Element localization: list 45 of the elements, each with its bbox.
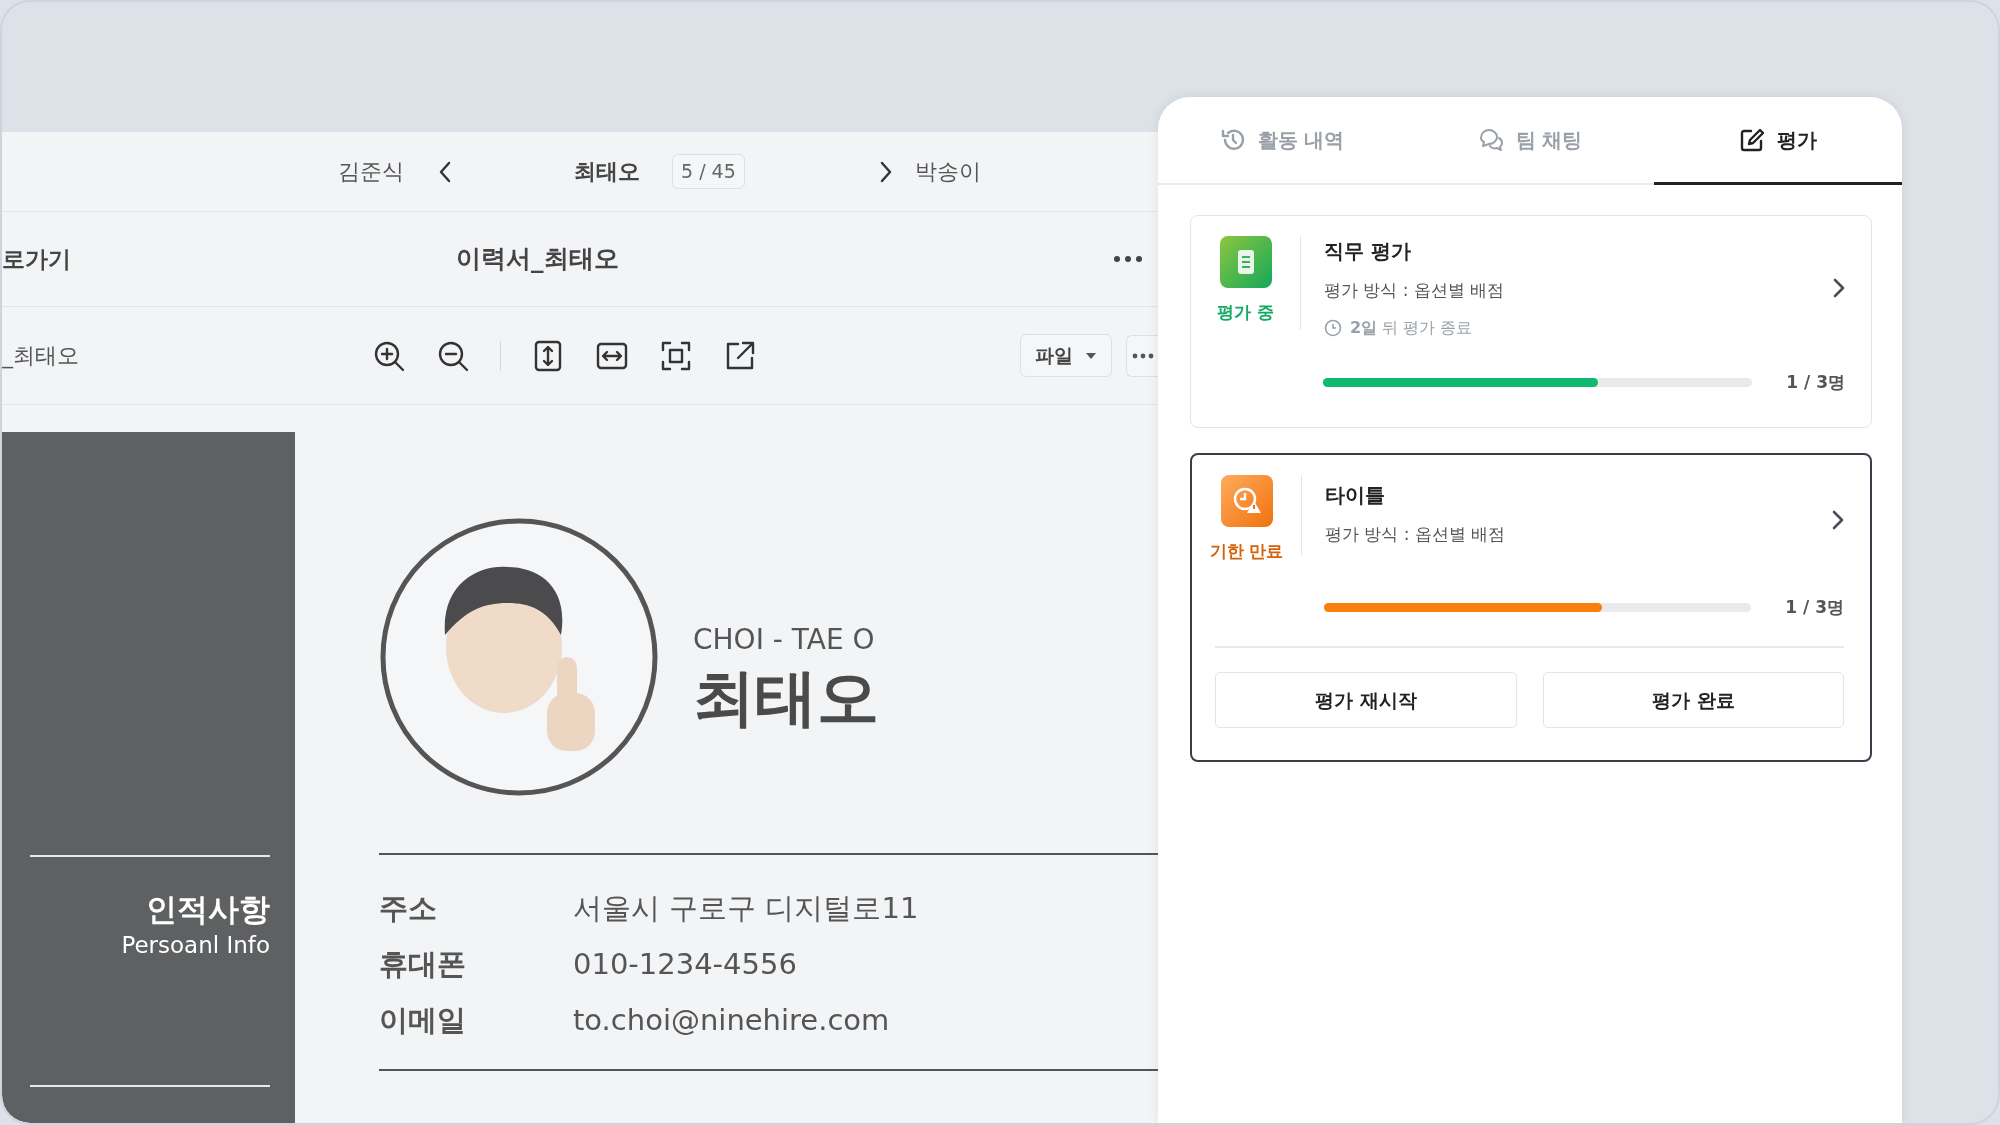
section-title: 인적사항 — [145, 890, 270, 929]
current-candidate-name: 최태오 — [574, 158, 640, 186]
field-value: 서울시 구로구 디지털로11 — [573, 890, 919, 928]
candidate-name: 최태오 — [693, 660, 879, 736]
panel-tab[interactable]: 평가 — [1654, 97, 1902, 185]
chevron-right-icon[interactable] — [1833, 277, 1845, 298]
file-dropdown[interactable]: 파일 — [1020, 334, 1112, 377]
chevron-left-icon[interactable] — [438, 160, 452, 183]
evaluator-count: 1 / 3명 — [1786, 370, 1845, 394]
more-button[interactable] — [1126, 334, 1158, 377]
previous-candidate-link[interactable]: 김준식 — [338, 155, 404, 188]
action-button[interactable]: 평가 재시작 — [1215, 672, 1517, 728]
section-subtitle: Persoanl Info — [120, 931, 270, 961]
back-link[interactable]: 로가기 — [2, 241, 71, 277]
evaluation-card[interactable]: 평가 중 직무 평가 평가 방식 : 옵션별 배점 2일 뒤 평가 종료 1 / 3명 — [1190, 215, 1872, 428]
action-button[interactable]: 평가 완료 — [1542, 672, 1844, 728]
more-icon — [1131, 352, 1154, 359]
file-name: _최태오 — [2, 342, 80, 371]
evaluation-card[interactable]: 기한 만료 타이틀 평가 방식 : 옵션별 배점 1 / 3명 평가 재시작 평가 완료 — [1190, 453, 1872, 762]
clock-icon — [1324, 318, 1342, 337]
edit-icon — [1739, 126, 1765, 153]
caret-down-icon — [1085, 351, 1097, 360]
evaluator-count: 1 / 3명 — [1785, 595, 1844, 619]
clipboard-icon — [1219, 236, 1272, 288]
chevron-right-icon[interactable] — [1832, 509, 1844, 530]
chevron-right-icon[interactable] — [878, 160, 893, 183]
chat-bubbles-icon — [1477, 126, 1504, 153]
english-name: CHOI - TAE O — [693, 621, 876, 658]
evaluation-title: 직무 평가 — [1324, 238, 1412, 265]
position-counter: 5 / 45 — [672, 154, 745, 189]
field-label: 이메일 — [379, 1002, 467, 1040]
next-candidate-link[interactable]: 박송이 — [914, 155, 981, 188]
field-value: 010-1234-4556 — [573, 946, 797, 984]
clock-warning-icon — [1220, 475, 1273, 527]
field-label: 휴대폰 — [379, 946, 467, 984]
status-label: 기한 만료 — [1209, 540, 1284, 563]
more-icon[interactable] — [1112, 254, 1144, 264]
field-label: 주소 — [379, 890, 438, 928]
evaluation-method: 평가 방식 : 옵션별 배점 — [1324, 279, 1506, 302]
deadline-text: 2일 뒤 평가 종료 — [1350, 316, 1473, 339]
evaluation-title: 타이틀 — [1325, 482, 1386, 509]
evaluation-method: 평가 방식 : 옵션별 배점 — [1325, 523, 1507, 546]
status-label: 평가 중 — [1217, 301, 1274, 324]
document-title: 이력서_최태오 — [456, 243, 619, 276]
field-value: to.choi@ninehire.com — [573, 1002, 890, 1040]
